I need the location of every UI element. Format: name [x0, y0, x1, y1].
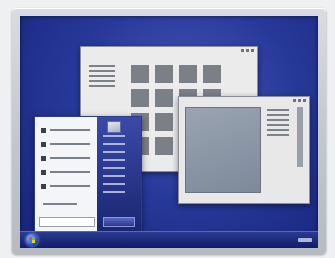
tray-clock-icon	[298, 238, 312, 242]
start-menu-item	[41, 155, 90, 161]
search-box-icon	[39, 217, 95, 227]
start-menu-places	[97, 117, 141, 233]
tile-icon	[131, 65, 149, 83]
window-controls	[241, 49, 254, 53]
tile-icon	[155, 137, 173, 155]
start-menu-item	[41, 169, 90, 175]
scrollbar-icon	[297, 107, 303, 167]
tile-icon	[131, 89, 149, 107]
start-menu-item	[41, 183, 90, 189]
tile-icon	[203, 65, 221, 83]
shutdown-button-icon	[103, 217, 135, 227]
window-text-lines	[89, 65, 115, 87]
desktop-screen	[20, 16, 318, 248]
window-controls	[293, 99, 306, 103]
start-menu-icon	[34, 116, 142, 234]
preview-pane	[185, 107, 261, 193]
tile-icon	[155, 89, 173, 107]
windows-start-orb-icon	[26, 234, 38, 246]
start-menu-item	[41, 141, 90, 147]
user-picture-icon	[107, 121, 121, 133]
monitor-icon	[12, 8, 326, 254]
start-menu-programs	[35, 117, 97, 233]
tile-icon	[179, 65, 197, 83]
taskbar	[20, 231, 318, 248]
start-menu-links	[103, 135, 125, 193]
start-menu-all-programs	[43, 203, 77, 205]
window-icon-front	[178, 96, 310, 204]
window-text-lines	[267, 109, 289, 136]
windows-flag-icon	[29, 237, 35, 243]
start-menu-item	[41, 127, 90, 133]
tile-icon	[155, 65, 173, 83]
tile-icon	[155, 113, 173, 131]
